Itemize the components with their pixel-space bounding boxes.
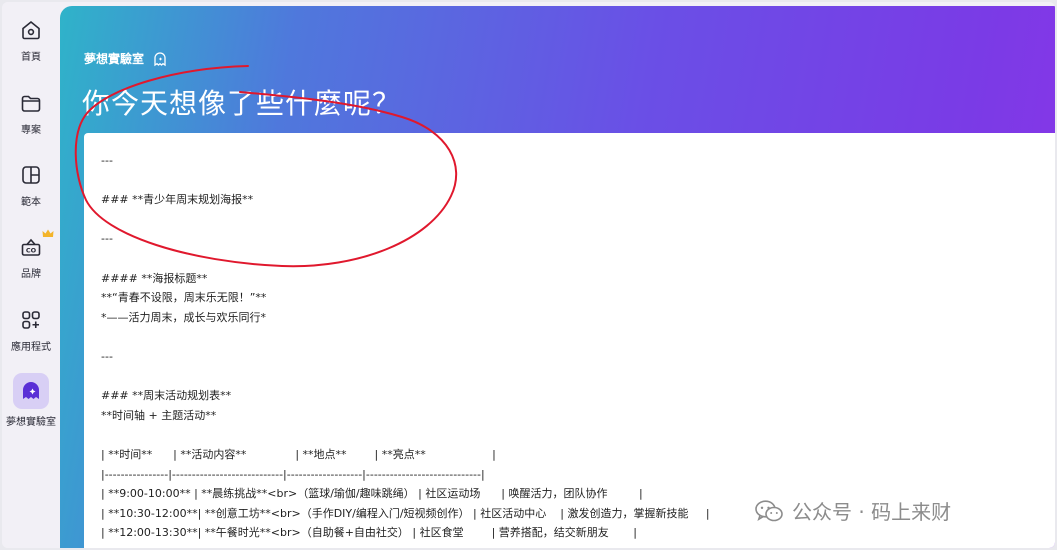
sidebar-item-apps[interactable]: 應用程式 bbox=[2, 308, 60, 353]
svg-text:CO: CO bbox=[26, 247, 37, 255]
document-line: ### **周末活动规划表** bbox=[101, 389, 232, 403]
document-line: **“青春不设限，周末乐无限！”** bbox=[101, 291, 267, 305]
content-panel[interactable]: --- ### **青少年周末规划海报** --- #### **海报标题** **“青… bbox=[84, 133, 1055, 548]
ghost-icon bbox=[154, 51, 166, 66]
document-line: --- bbox=[101, 232, 113, 246]
sidebar-item-label: 專案 bbox=[21, 125, 41, 136]
document-line: | **12:00-13:30**| **午餐时光**<br>（自助餐+自由社交… bbox=[101, 526, 637, 540]
document-line bbox=[101, 210, 1041, 230]
sidebar-item-dream-lab[interactable]: 夢想實驗室 bbox=[2, 373, 60, 428]
document-line: |----------------|----------------------… bbox=[101, 467, 485, 481]
home-icon bbox=[22, 20, 40, 40]
active-indicator bbox=[13, 373, 49, 409]
markdown-document[interactable]: --- ### **青少年周末规划海报** --- #### **海报标题** **“青… bbox=[101, 151, 1041, 543]
document-line: --- bbox=[101, 349, 113, 363]
crown-icon bbox=[42, 229, 54, 237]
document-line: | **时间** | **活动内容** | **地点** | **亮点** | bbox=[101, 447, 496, 461]
sidebar: 首頁 專案 範本 CO 品牌 應用程式 夢想實驗室 bbox=[2, 2, 60, 548]
document-line: **时间轴 + 主题活动** bbox=[101, 408, 217, 422]
sidebar-item-label: 首頁 bbox=[21, 52, 41, 63]
sidebar-item-label: 品牌 bbox=[21, 269, 41, 280]
main-area: 夢想實驗室 你今天想像了些什麼呢？ --- ### **青少年周末规划海报** --… bbox=[60, 6, 1055, 548]
sidebar-item-brand[interactable]: CO 品牌 bbox=[2, 229, 60, 280]
document-line: #### **海报标题** bbox=[101, 271, 208, 285]
sidebar-item-label: 應用程式 bbox=[11, 342, 51, 353]
document-line bbox=[101, 171, 1041, 191]
document-line bbox=[101, 327, 1041, 347]
brand-name: 夢想實驗室 bbox=[84, 52, 145, 66]
sidebar-item-projects[interactable]: 專案 bbox=[2, 91, 60, 136]
wechat-icon bbox=[755, 499, 783, 521]
brand-icon: CO bbox=[21, 238, 41, 256]
dream-lab-icon bbox=[23, 382, 39, 399]
template-icon bbox=[22, 166, 40, 184]
app-window: 首頁 專案 範本 CO 品牌 應用程式 夢想實驗室 夢想實驗室 你今天想像了些什… bbox=[2, 2, 1055, 548]
watermark-text: 公众号 · 码上来财 bbox=[792, 500, 952, 524]
document-line bbox=[101, 367, 1041, 387]
document-line: *——活力周末，成长与欢乐同行* bbox=[101, 310, 266, 324]
document-line bbox=[101, 249, 1041, 269]
sidebar-item-label: 夢想實驗室 bbox=[6, 417, 56, 428]
sidebar-item-home[interactable]: 首頁 bbox=[2, 18, 60, 63]
page-title: 你今天想像了些什麼呢？ bbox=[82, 87, 402, 120]
sidebar-item-templates[interactable]: 範本 bbox=[2, 163, 60, 208]
document-line: ### **青少年周末规划海报** bbox=[101, 193, 254, 207]
document-line bbox=[101, 425, 1041, 445]
document-line: --- bbox=[101, 154, 113, 167]
sidebar-item-label: 範本 bbox=[21, 197, 41, 208]
folder-icon bbox=[21, 95, 41, 112]
watermark: 公众号 · 码上来财 bbox=[754, 496, 951, 525]
apps-icon bbox=[22, 311, 40, 329]
brand-header: 夢想實驗室 bbox=[84, 50, 168, 67]
